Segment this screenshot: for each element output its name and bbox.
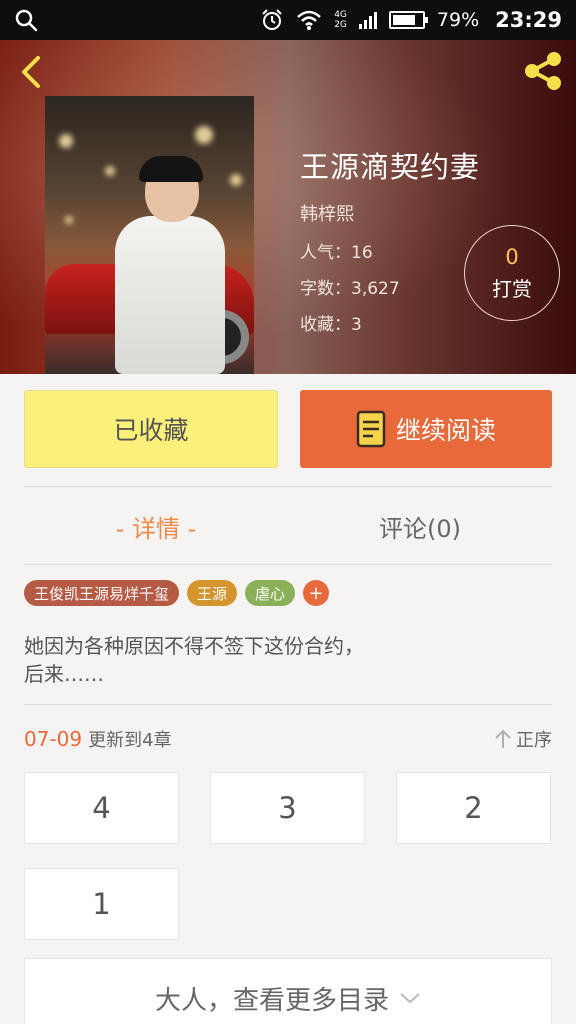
more-catalog-button[interactable]: 大人，查看更多目录 [24,958,552,1024]
sort-order-button[interactable]: 正序 [494,726,552,752]
book-title: 王源滴契约妻 [300,150,481,184]
book-info: 王源滴契约妻 韩梓熙 人气：16 字数：3,627 收藏：3 [300,144,480,346]
summary-line: 她因为各种原因不得不签下这份合约， [24,634,364,658]
book-icon [356,410,386,448]
update-date: 07-09 [24,727,83,751]
share-icon[interactable] [520,48,566,94]
alarm-icon [262,9,282,30]
action-bar: 已收藏 继续阅读 [24,390,552,468]
favorite-button[interactable]: 已收藏 [24,390,278,468]
status-bar: 4G 2G 79% 23:29 [0,0,576,40]
tab-comments-label: 评论(0) [379,514,461,543]
wifi-icon [297,10,322,30]
tip-count: 0 [505,244,519,269]
summary-line: 后来…… [24,662,104,686]
book-summary: 她因为各种原因不得不签下这份合约， 后来…… [24,632,552,688]
chevron-down-icon [400,993,420,1004]
tip-button[interactable]: 0 打赏 [464,225,560,321]
back-icon[interactable] [14,52,54,92]
more-catalog-label: 大人，查看更多目录 [154,985,389,1016]
book-cover-image[interactable] [45,96,254,374]
network-label-bottom: 2G [334,20,347,30]
chapter-button[interactable]: 4 [24,772,179,844]
continue-reading-label: 继续阅读 [395,416,496,445]
word-count-stat: 字数：3,627 [300,279,400,299]
signal-icon [358,11,377,29]
detail-tabs: - 详情 - 评论(0) [24,488,552,564]
favorites-stat: 收藏：3 [300,315,362,335]
battery-icon [388,11,428,29]
update-row: 07-09 更新到4章 正序 [24,724,552,754]
tag-item[interactable]: 虐心 [245,580,296,606]
chapter-grid: 4 3 2 1 [24,772,552,940]
divider [24,564,552,565]
tab-details-label: - 详情 - [115,514,197,543]
popularity-stat: 人气：16 [300,243,373,263]
battery-fill [392,15,416,25]
search-icon[interactable] [14,8,38,32]
chapter-button[interactable]: 1 [24,868,179,940]
continue-reading-button[interactable]: 继续阅读 [300,390,552,468]
battery-percent: 79% [436,9,480,31]
divider [24,704,552,705]
chapter-button[interactable]: 2 [396,772,551,844]
tag-item[interactable]: 王源 [187,580,238,606]
tab-details[interactable]: - 详情 - [24,488,288,564]
book-author[interactable]: 韩梓熙 [300,200,480,226]
sort-order-label: 正序 [516,730,552,751]
favorite-button-label: 已收藏 [113,416,189,445]
arrow-up-icon [495,729,511,748]
tag-item[interactable]: 王俊凯王源易烊千玺 [24,580,180,606]
network-type: 4G 2G [334,10,347,30]
book-header: 王源滴契约妻 韩梓熙 人气：16 字数：3,627 收藏：3 0 打赏 [0,40,576,374]
tag-list: 王俊凯王源易烊千玺 王源 虐心 + [24,580,330,606]
tip-label: 打赏 [492,276,532,301]
divider [24,486,552,487]
network-label-top: 4G [334,10,347,20]
add-tag-button[interactable]: + [303,580,330,606]
chapter-button[interactable]: 3 [210,772,365,844]
clock: 23:29 [495,8,562,32]
tab-comments[interactable]: 评论(0) [288,488,552,564]
update-text: 更新到4章 [88,730,172,751]
